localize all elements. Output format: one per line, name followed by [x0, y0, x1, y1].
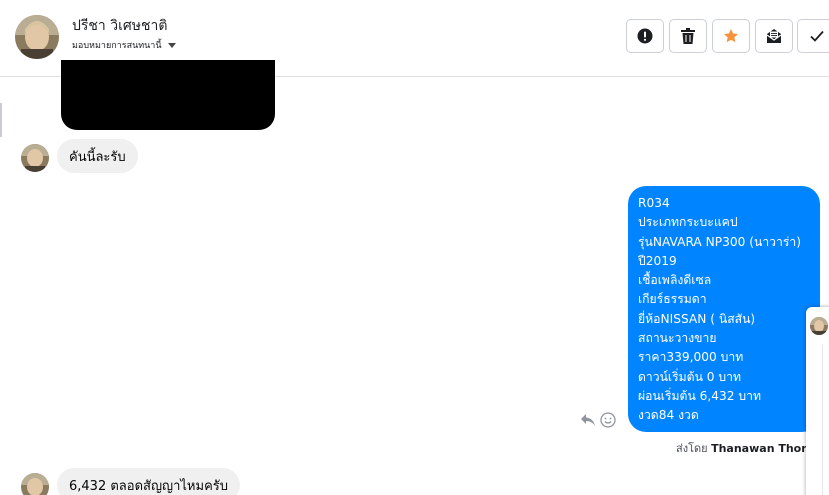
message-line: เกียร์ธรรมดา [638, 292, 707, 307]
assign-conversation-dropdown[interactable]: มอบหมายการสนทนานี้ [72, 38, 176, 52]
incoming-message[interactable]: 6,432 ตลอดสัญญาไหมครับ [57, 468, 241, 495]
caret-down-icon [167, 42, 176, 48]
message-line: เชื้อเพลิงดีเซล [638, 273, 712, 288]
exclamation-icon [637, 28, 653, 44]
contact-avatar[interactable] [15, 15, 59, 59]
envelope-open-icon [766, 29, 782, 43]
message-line: ยี่ห้อNISSAN ( นิสสัน) [638, 311, 756, 326]
panel-divider [822, 345, 823, 495]
sent-by-name[interactable]: Thanawan Thon [711, 442, 809, 455]
incoming-message[interactable]: คันนี้ละรับ [57, 139, 138, 173]
sent-by-prefix: ส่งโดย [676, 442, 708, 455]
panel-avatar[interactable] [810, 317, 828, 335]
alert-button[interactable] [626, 19, 664, 53]
image-attachment[interactable] [61, 60, 275, 130]
message-line: รุ่นNAVARA NP300 (นาวาร่า) [638, 234, 801, 249]
message-line: ราคา339,000 บาท [638, 350, 744, 365]
sender-avatar [21, 473, 49, 495]
inbox-conversation-view: ปรีชา วิเศษชาติ มอบหมายการสนทนานี้ คันนี… [0, 0, 829, 495]
reply-icon[interactable] [580, 412, 596, 428]
contact-name[interactable]: ปรีชา วิเศษชาติ [72, 15, 167, 37]
done-button[interactable] [797, 19, 829, 53]
outgoing-message[interactable]: R034 ประเภทกระบะแคป รุ่นNAVARA NP300 (นา… [628, 186, 820, 432]
delete-button[interactable] [669, 19, 707, 53]
message-line: ปี2019 [638, 253, 677, 268]
star-icon [724, 29, 738, 43]
emoji-reaction-icon[interactable] [600, 412, 616, 428]
message-line: R034 [638, 196, 670, 210]
message-line: ประเภทกระบะแคป [638, 215, 738, 230]
sender-avatar [21, 144, 49, 172]
scroll-indicator[interactable] [0, 103, 2, 137]
assign-label: มอบหมายการสนทนานี้ [72, 41, 162, 51]
message-line: งวด84 งวด [638, 408, 699, 423]
trash-icon [681, 28, 695, 44]
message-line: ดาวน์เริ่มต้น 0 บาท [638, 369, 742, 384]
message-line: ผ่อนเริ่มต้น 6,432 บาท [638, 388, 762, 403]
floating-chat-panel[interactable] [806, 307, 829, 495]
mark-unread-button[interactable] [755, 19, 793, 53]
message-line: สถานะวางขาย [638, 331, 717, 346]
star-button[interactable] [712, 19, 750, 53]
message-actions [580, 412, 616, 428]
sent-by-label: ส่งโดย Thanawan Thon [676, 439, 809, 457]
check-icon [810, 30, 824, 42]
